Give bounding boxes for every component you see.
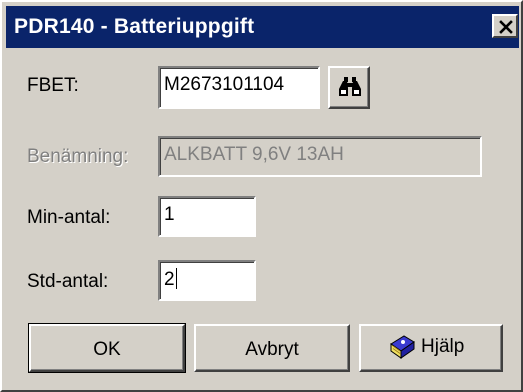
ok-button-label: OK bbox=[93, 339, 121, 360]
text-caret bbox=[175, 268, 177, 289]
cancel-button[interactable]: Avbryt bbox=[194, 324, 350, 372]
min-antal-input[interactable]: 1 bbox=[158, 196, 256, 237]
fbet-input[interactable]: M2673101104 bbox=[158, 66, 320, 109]
benamning-field: ALKBATT 9,6V 13AH bbox=[158, 136, 482, 177]
close-icon bbox=[499, 20, 513, 34]
ok-button[interactable]: OK bbox=[28, 323, 186, 373]
min-antal-label: Min-antal: bbox=[27, 207, 111, 228]
std-antal-input[interactable]: 2 bbox=[158, 260, 256, 301]
title-bar[interactable]: PDR140 - Batteriuppgift bbox=[6, 6, 519, 48]
std-antal-label: Std-antal: bbox=[27, 271, 109, 292]
benamning-value: ALKBATT 9,6V 13AH bbox=[164, 144, 344, 165]
search-button[interactable] bbox=[328, 66, 370, 109]
fbet-label: FBET: bbox=[27, 75, 79, 96]
min-antal-value: 1 bbox=[164, 204, 175, 225]
fbet-value: M2673101104 bbox=[164, 74, 285, 95]
window-title: PDR140 - Batteriuppgift bbox=[14, 15, 255, 38]
close-button[interactable] bbox=[492, 14, 518, 38]
help-button[interactable]: Hjälp bbox=[359, 324, 503, 372]
help-book-icon bbox=[390, 335, 415, 359]
binoculars-icon bbox=[339, 77, 361, 96]
help-button-label: Hjälp bbox=[421, 336, 465, 357]
benamning-label: Benämning: bbox=[27, 146, 129, 167]
std-antal-value: 2 bbox=[164, 269, 175, 290]
dialog-window: PDR140 - Batteriuppgift FBET: M267310110… bbox=[0, 0, 523, 392]
cancel-button-label: Avbryt bbox=[245, 339, 299, 360]
